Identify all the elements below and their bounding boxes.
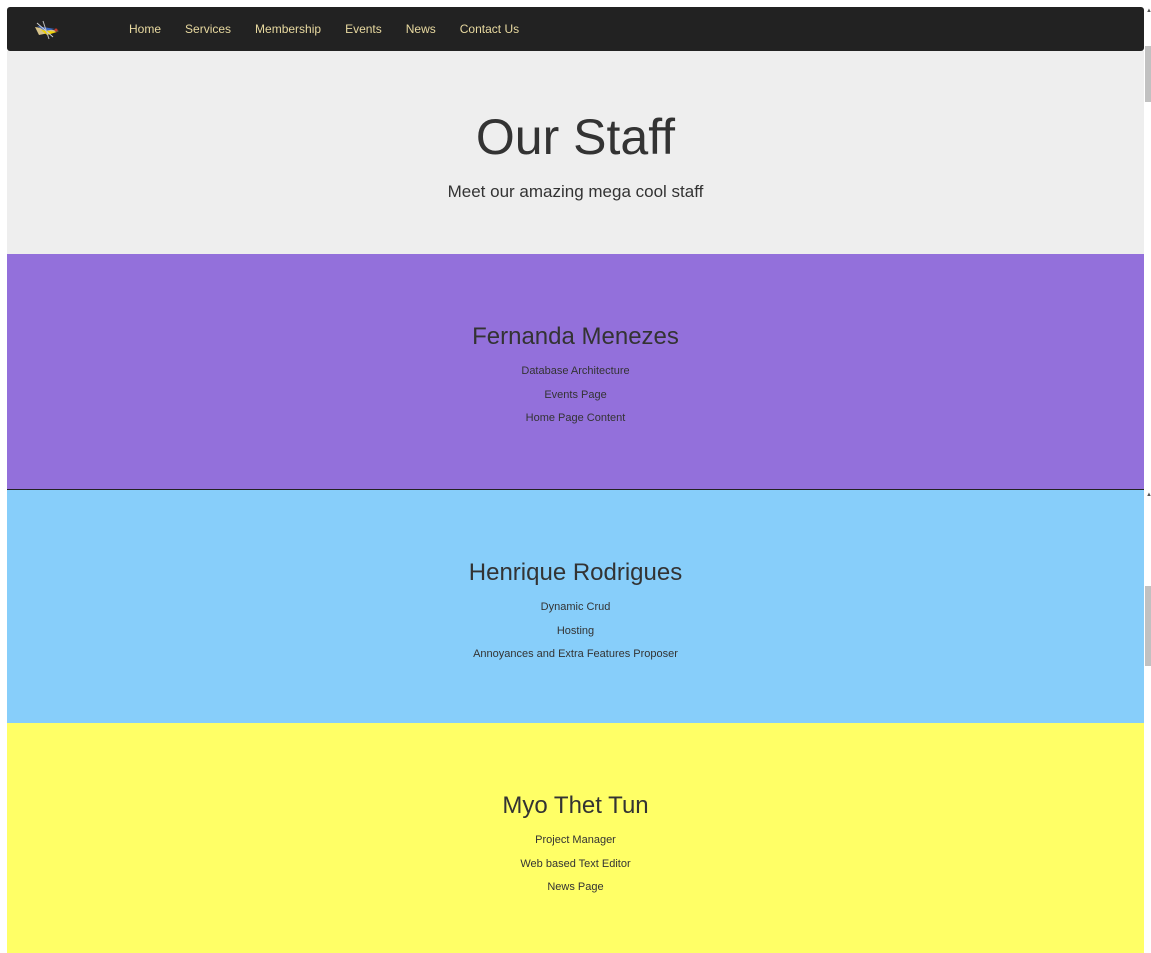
hero-section: Our Staff Meet our amazing mega cool sta… [7,51,1144,254]
staff-name: Fernanda Menezes [472,323,679,350]
staff-role: Database Architecture [521,365,630,377]
nav-link-home[interactable]: Home [117,7,173,51]
nav-link-news[interactable]: News [394,7,448,51]
page-title: Our Staff [475,109,676,165]
scroll-up-icon[interactable]: ▲ [1146,8,1151,14]
staff-role-list: Database Architecture Events Page Home P… [7,360,1144,431]
hang-glider-logo-icon[interactable] [33,15,63,43]
navbar: Home Services Membership Events News Con… [7,7,1144,51]
staff-section-henrique: Henrique Rodrigues Dynamic Crud Hosting … [7,490,1144,723]
nav-item-events: Events [333,7,394,51]
nav-link-events[interactable]: Events [333,7,394,51]
page-subtitle: Meet our amazing mega cool staff [447,182,704,201]
nav-item-news: News [394,7,448,51]
page: Home Services Membership Events News Con… [7,7,1144,953]
staff-section-fernanda: Fernanda Menezes Database Architecture E… [7,254,1144,489]
nav-link-contact-us[interactable]: Contact Us [448,7,531,51]
staff-name: Myo Thet Tun [502,792,649,819]
staff-role: Events Page [544,388,607,401]
scroll-up-icon[interactable]: ▲ [1146,492,1151,498]
nav-item-home: Home [117,7,173,51]
browser-viewport: Home Services Membership Events News Con… [0,0,1151,953]
staff-role: Dynamic Crud [540,601,611,613]
staff-role-list: Dynamic Crud Hosting Annoyances and Extr… [7,596,1144,667]
nav-item-contact: Contact Us [448,7,531,51]
scrollbar-thumb[interactable] [1145,46,1151,102]
scrollbar-track[interactable] [1144,0,1151,953]
nav-menu: Home Services Membership Events News Con… [117,7,531,51]
staff-role: Web based Text Editor [520,857,631,870]
nav-item-services: Services [173,7,243,51]
staff-role: Home Page Content [525,412,626,424]
nav-link-services[interactable]: Services [173,7,243,51]
staff-role: News Page [547,881,604,893]
staff-role-list: Project Manager Web based Text Editor Ne… [7,829,1144,900]
nav-item-membership: Membership [243,7,333,51]
staff-role: Project Manager [535,834,616,846]
nav-link-membership[interactable]: Membership [243,7,333,51]
staff-role: Annoyances and Extra Features Proposer [473,648,678,660]
staff-section-myo: Myo Thet Tun Project Manager Web based T… [7,723,1144,953]
staff-role: Hosting [556,624,595,637]
staff-name: Henrique Rodrigues [468,559,683,586]
scrollbar-thumb[interactable] [1145,586,1151,666]
